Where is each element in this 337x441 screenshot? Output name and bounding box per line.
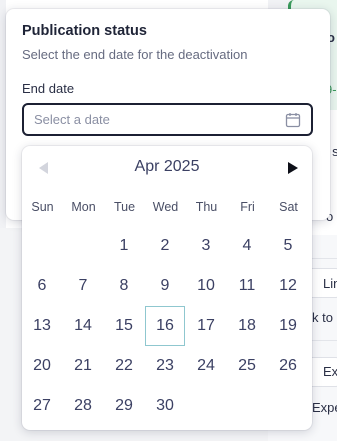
- calendar-day[interactable]: 12: [268, 266, 308, 306]
- end-date-field[interactable]: [22, 103, 313, 136]
- end-date-input[interactable]: [34, 112, 285, 127]
- calendar-day[interactable]: 6: [22, 266, 62, 306]
- calendar-day[interactable]: 7: [63, 266, 103, 306]
- calendar-day-grid: 1 2 3 4 5 6 7 8 9 10 11 12 13 14 15 16 17 18 19 20 21 22 23 24 2…: [22, 146, 312, 430]
- calendar-icon[interactable]: [285, 112, 301, 128]
- calendar-day[interactable]: 24: [186, 346, 226, 386]
- calendar-day[interactable]: 27: [22, 386, 62, 426]
- popover-subtitle: Select the end date for the deactivation: [22, 47, 248, 62]
- calendar-day[interactable]: 11: [227, 266, 267, 306]
- calendar-day[interactable]: 9: [145, 266, 185, 306]
- calendar-day[interactable]: 18: [227, 306, 267, 346]
- calendar-day[interactable]: 28: [63, 386, 103, 426]
- calendar-day[interactable]: 23: [145, 346, 185, 386]
- calendar-day[interactable]: 8: [104, 266, 144, 306]
- calendar-day[interactable]: 3: [186, 226, 226, 266]
- calendar-day-today[interactable]: 16: [145, 306, 185, 346]
- calendar-day[interactable]: 25: [227, 346, 267, 386]
- calendar-day[interactable]: 26: [268, 346, 308, 386]
- calendar-day[interactable]: 17: [186, 306, 226, 346]
- popover-title: Publication status: [22, 23, 147, 39]
- calendar-day[interactable]: 4: [227, 226, 267, 266]
- calendar-day[interactable]: 20: [22, 346, 62, 386]
- calendar-day[interactable]: 22: [104, 346, 144, 386]
- date-picker-calendar: Apr 2025 Sun Mon Tue Wed Thu Fri Sat 123…: [22, 146, 312, 430]
- background-text-fragment: k to: [312, 310, 333, 325]
- calendar-day[interactable]: 29: [104, 386, 144, 426]
- calendar-day[interactable]: 2: [145, 226, 185, 266]
- calendar-day[interactable]: 19: [268, 306, 308, 346]
- end-date-label: End date: [22, 81, 75, 96]
- calendar-day[interactable]: 21: [63, 346, 103, 386]
- calendar-day[interactable]: 13: [22, 306, 62, 346]
- background-text-fragment: Ex: [323, 364, 337, 379]
- background-text-fragment: Lin: [323, 276, 337, 291]
- calendar-day[interactable]: 1: [104, 226, 144, 266]
- calendar-day[interactable]: 10: [186, 266, 226, 306]
- calendar-day[interactable]: 5: [268, 226, 308, 266]
- background-text-fragment: Expe: [312, 400, 337, 415]
- calendar-day[interactable]: 30: [145, 386, 185, 426]
- calendar-day[interactable]: 15: [104, 306, 144, 346]
- calendar-day[interactable]: 14: [63, 306, 103, 346]
